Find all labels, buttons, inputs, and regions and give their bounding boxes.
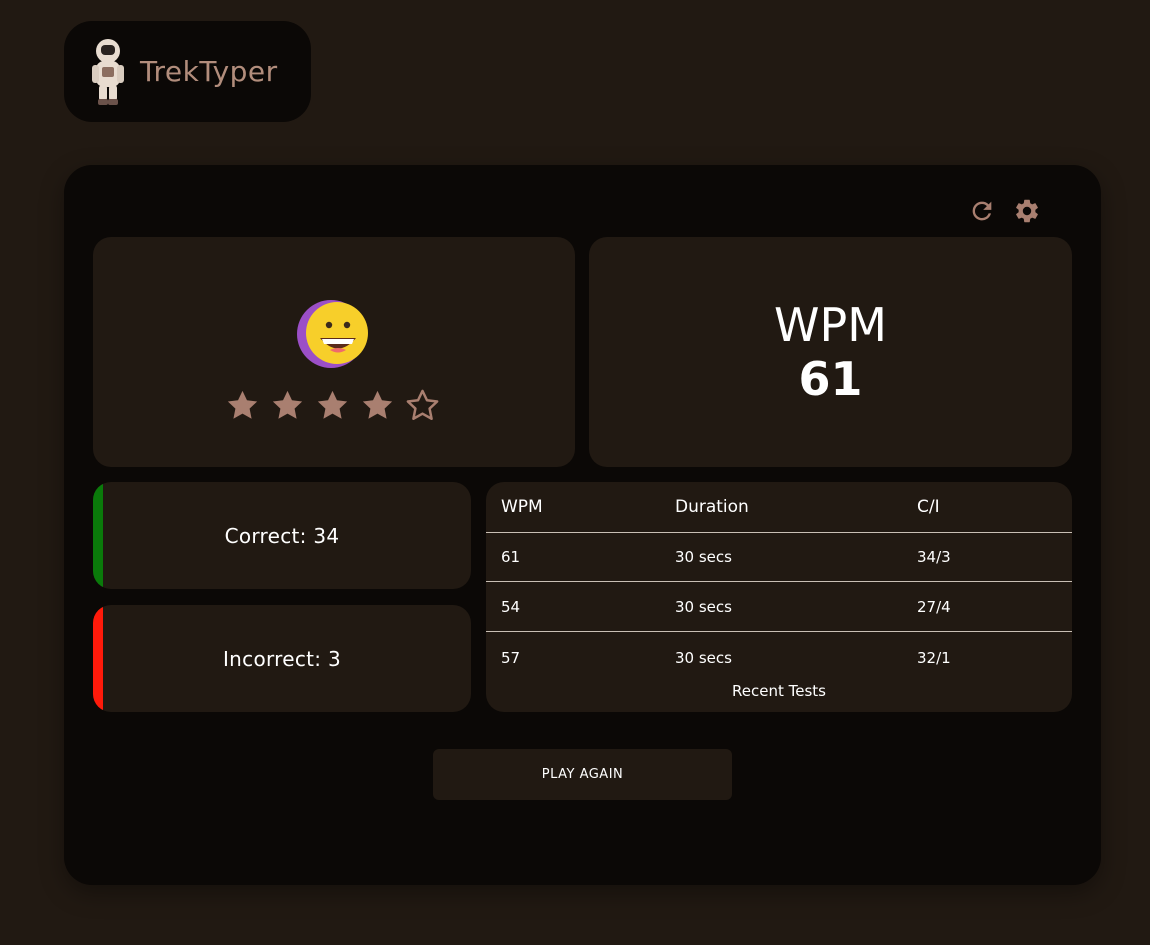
restart-icon[interactable]	[968, 197, 996, 225]
table-row: 57 30 secs 32/1	[486, 633, 1072, 682]
star-filled-icon	[227, 390, 258, 419]
rating-card	[93, 237, 575, 467]
table-row: 54 30 secs 27/4	[486, 583, 1072, 632]
correct-count: Correct: 34	[224, 523, 340, 548]
star-filled-icon	[272, 390, 303, 419]
star-rating	[224, 387, 441, 424]
table-header-row: WPM Duration C/I	[486, 482, 1072, 533]
wpm-value: 61	[798, 352, 863, 406]
cell-wpm: 61	[501, 548, 521, 566]
star-empty-icon	[406, 389, 439, 420]
table-row: 61 30 secs 34/3	[486, 533, 1072, 582]
cell-duration: 30 secs	[675, 598, 732, 616]
recent-tests-table: WPM Duration C/I 61 30 secs 34/3 54 30 s…	[486, 482, 1072, 712]
grinning-face-emoji-icon	[297, 300, 368, 368]
gear-icon[interactable]	[1013, 197, 1041, 225]
incorrect-count-card: Incorrect: 3	[93, 605, 471, 712]
wpm-card: WPM 61	[589, 237, 1072, 467]
cell-ci: 32/1	[917, 648, 951, 667]
header-duration: Duration	[675, 497, 749, 517]
cell-ci: 27/4	[917, 598, 951, 616]
cell-duration: 30 secs	[675, 648, 732, 667]
results-panel: WPM 61 Correct: 34 Incorrect: 3 WPM Dura…	[64, 165, 1101, 885]
play-again-button[interactable]: PLAY AGAIN	[433, 749, 732, 800]
incorrect-accent-bar	[93, 605, 103, 712]
star-filled-icon	[362, 390, 393, 419]
star-filled-icon	[317, 390, 348, 419]
correct-count-card: Correct: 34	[93, 482, 471, 589]
cell-duration: 30 secs	[675, 548, 732, 566]
astronaut-logo-icon	[92, 38, 124, 105]
header-wpm: WPM	[501, 497, 543, 517]
cell-wpm: 54	[501, 598, 521, 616]
header-ci: C/I	[917, 497, 940, 517]
table-caption: Recent Tests	[732, 682, 826, 700]
logo-box: TrekTyper	[64, 21, 311, 122]
correct-accent-bar	[93, 482, 103, 589]
app-name: TrekTyper	[140, 55, 278, 88]
incorrect-count: Incorrect: 3	[222, 646, 342, 671]
cell-wpm: 57	[501, 648, 521, 667]
cell-ci: 34/3	[917, 548, 951, 566]
wpm-label: WPM	[774, 298, 887, 352]
